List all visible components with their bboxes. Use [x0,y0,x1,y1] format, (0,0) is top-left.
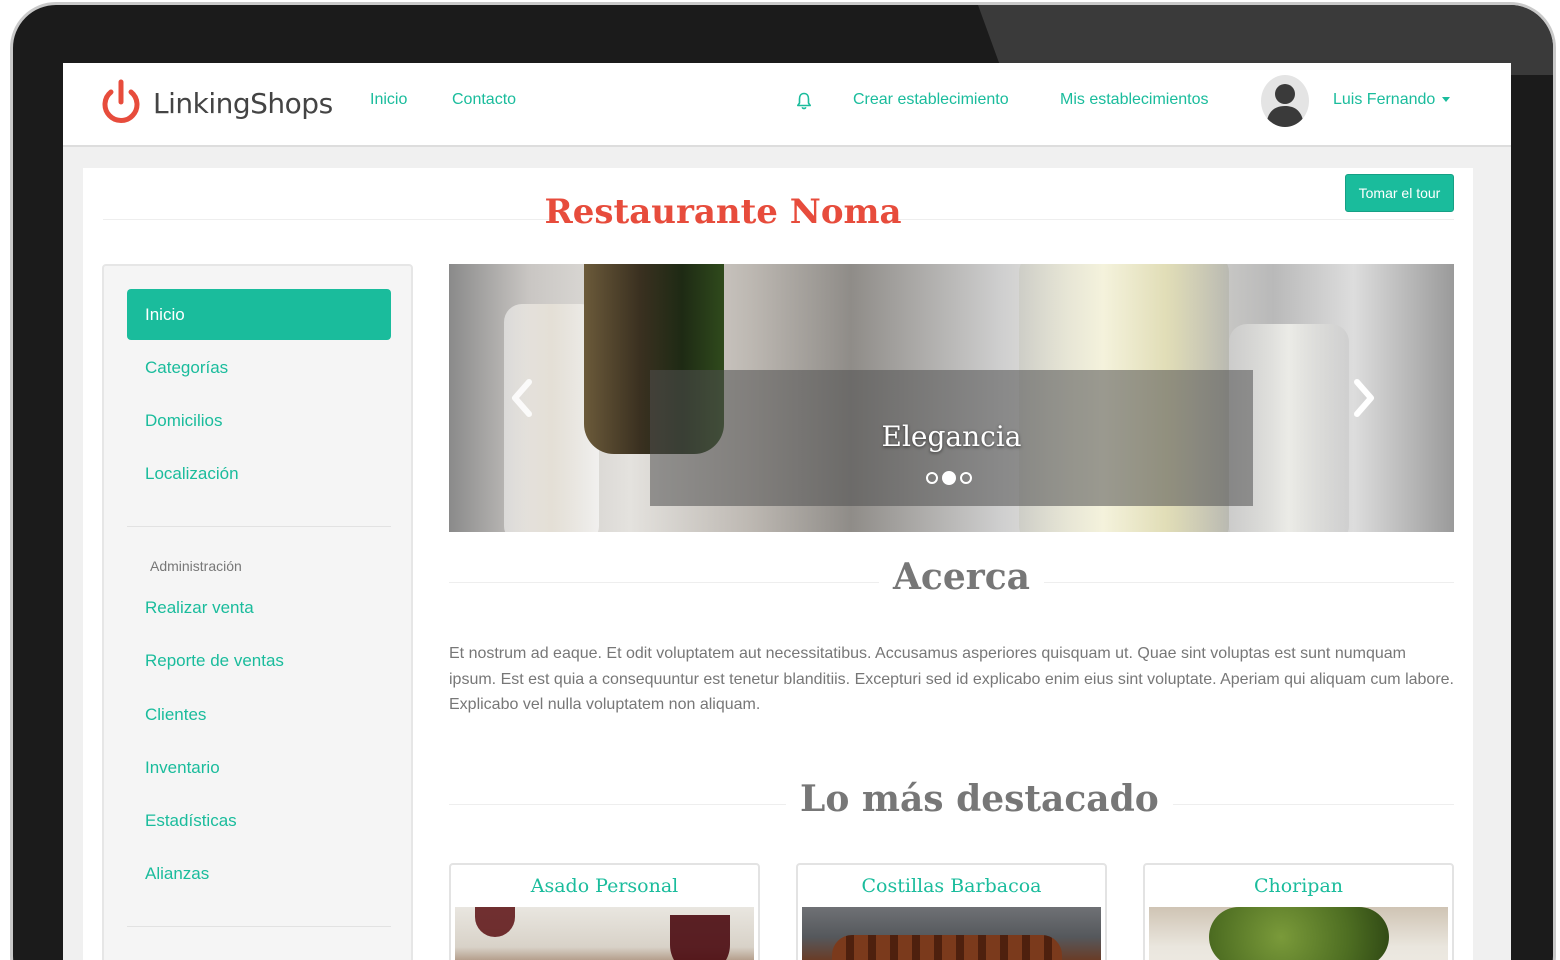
sidebar-section-header: Administración [150,558,242,574]
top-navbar: LinkingShops Inicio Contacto Crear estab… [63,63,1511,147]
content-panel: Tomar el tour Restaurante Noma Inicio Ca… [83,168,1473,960]
sidebar-item-estadisticas[interactable]: Estadísticas [127,795,391,846]
about-heading: Acerca [879,556,1044,598]
product-image[interactable] [455,907,754,960]
chevron-left-icon[interactable] [507,378,537,418]
featured-heading: Lo más destacado [786,778,1173,820]
carousel-indicators [926,471,972,485]
sidebar-item-domicilios[interactable]: Domicilios [127,395,391,446]
sidebar-item-realizar-venta[interactable]: Realizar venta [127,582,391,633]
sidebar-item-reporte-ventas[interactable]: Reporte de ventas [127,635,391,686]
user-silhouette-icon [1266,84,1304,127]
product-card[interactable]: Costillas Barbacoa [796,863,1107,960]
page-title: Restaurante Noma [544,192,902,232]
user-menu-dropdown[interactable]: Luis Fernando [1333,91,1451,109]
product-image[interactable] [802,907,1101,960]
browser-screen: LinkingShops Inicio Contacto Crear estab… [63,63,1511,960]
carousel-caption-title: Elegancia [881,420,1022,453]
user-name: Luis Fernando [1333,91,1436,108]
sidebar-item-alianzas[interactable]: Alianzas [127,848,391,899]
sidebar-divider [127,526,391,527]
product-image[interactable] [1149,907,1448,960]
sidebar-item-inicio[interactable]: Inicio [127,289,391,340]
chevron-right-icon[interactable] [1349,378,1379,418]
sidebar-item-inventario[interactable]: Inventario [127,742,391,793]
caret-down-icon [1442,97,1451,103]
product-title[interactable]: Choripan [1145,875,1452,897]
nav-create-establishment[interactable]: Crear establecimiento [853,91,1009,109]
nav-my-establishments[interactable]: Mis establecimientos [1060,91,1209,109]
brand-name: LinkingShops [153,86,333,120]
image-carousel[interactable]: Elegancia [449,264,1454,532]
carousel-dot[interactable] [960,472,972,484]
power-icon [102,79,140,123]
bell-icon[interactable] [796,92,812,110]
nav-inicio[interactable]: Inicio [370,91,407,109]
product-card[interactable]: Asado Personal [449,863,760,960]
sidebar-divider [127,926,391,927]
carousel-dot-active[interactable] [942,471,956,485]
carousel-dot[interactable] [926,472,938,484]
sidebar-item-clientes[interactable]: Clientes [127,689,391,740]
product-title[interactable]: Asado Personal [451,875,758,897]
nav-contacto[interactable]: Contacto [452,91,516,109]
sidebar: Inicio Categorías Domicilios Localizació… [102,264,413,960]
sidebar-item-categorias[interactable]: Categorías [127,342,391,393]
carousel-caption: Elegancia [650,370,1253,506]
product-title[interactable]: Costillas Barbacoa [798,875,1105,897]
about-text: Et nostrum ad eaque. Et odit voluptatem … [449,645,1454,713]
brand-logo-link[interactable]: LinkingShops [99,73,333,133]
user-avatar[interactable] [1261,75,1309,127]
sidebar-item-localizacion[interactable]: Localización [127,448,391,499]
product-card[interactable]: Choripan [1143,863,1454,960]
